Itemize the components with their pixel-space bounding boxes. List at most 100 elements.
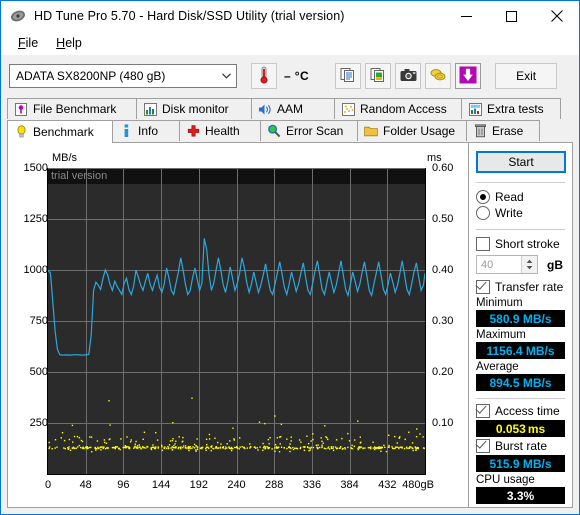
transfer-rate-checkbox-icon: [476, 280, 490, 294]
download-button[interactable]: [455, 63, 481, 89]
download-arrow-icon: [459, 66, 477, 87]
tab-error-scan[interactable]: Error Scan: [260, 120, 358, 141]
copy-text-button[interactable]: [335, 63, 361, 89]
magnifier-icon: [267, 124, 281, 138]
radio-write[interactable]: Write: [476, 206, 565, 220]
tab-random-access[interactable]: Random Access: [334, 98, 462, 119]
tab-folder-usage[interactable]: Folder Usage: [357, 120, 467, 141]
y-axis-tick-label: 1250: [8, 213, 48, 225]
close-icon[interactable]: [534, 1, 579, 31]
tab-label: AAM: [277, 102, 303, 116]
radio-write-label: Write: [495, 206, 523, 220]
checkbox-burst-rate[interactable]: Burst rate: [476, 439, 565, 453]
tab-label: Health: [205, 124, 240, 138]
tab-health[interactable]: Health: [179, 120, 261, 141]
tab-extra-tests[interactable]: Extra tests: [461, 98, 561, 119]
y-axis-tick-label: 1000: [8, 264, 48, 276]
extra-tests-icon: [468, 102, 482, 116]
y2-axis-line: [425, 168, 426, 475]
x-axis-tick-label: 432: [378, 479, 396, 491]
short-stroke-stepper[interactable]: 40 gB: [476, 255, 565, 274]
tab-label: Benchmark: [33, 125, 94, 139]
x-axis-tick-label: 336: [303, 479, 321, 491]
maximize-icon[interactable]: [489, 1, 534, 31]
y-axis-unit: MB/s: [52, 152, 77, 164]
transfer-rate-line: [48, 238, 425, 355]
x-axis-line: [47, 474, 426, 475]
tab-aam[interactable]: AAM: [251, 98, 335, 119]
menu-file[interactable]: File: [9, 34, 47, 52]
info-icon: [119, 124, 133, 138]
drive-select[interactable]: ADATA SX8200NP (480 gB): [9, 64, 237, 88]
x-axis-tick-label: 240: [227, 479, 245, 491]
burst-rate-value: 515.9 MB/s: [489, 457, 551, 471]
tab-erase[interactable]: Erase: [466, 120, 540, 141]
tab-row-lower: Benchmark Info Health Error Scan: [7, 120, 539, 143]
tab-benchmark[interactable]: Benchmark: [7, 120, 113, 143]
temperature-button[interactable]: [251, 63, 277, 89]
burst-rate-label: Burst rate: [495, 439, 547, 453]
x-axis-tick-label: 384: [340, 479, 358, 491]
coins-button[interactable]: [425, 63, 451, 89]
x-axis-tick-label: 288: [265, 479, 283, 491]
tab-label: Folder Usage: [383, 124, 455, 138]
screenshot-button[interactable]: [395, 63, 421, 89]
exit-button-label: Exit: [516, 69, 536, 83]
controls-panel: Start Read Write Short stroke 40: [468, 143, 572, 507]
y-axis-tick-label: 1500: [8, 162, 48, 174]
radio-read-icon: [476, 190, 490, 204]
short-stroke-value: 40: [481, 259, 493, 271]
divider: [476, 398, 565, 399]
x-axis-tick-label: 480gB: [402, 479, 434, 491]
hard-disk-icon: [10, 8, 26, 24]
tab-label: Erase: [492, 124, 523, 138]
start-button[interactable]: Start: [476, 151, 566, 173]
burst-rate-value-box: 515.9 MB/s: [476, 455, 565, 472]
x-axis-tick-label: 144: [152, 479, 170, 491]
spinner-arrows-icon[interactable]: [521, 256, 537, 273]
transfer-rate-label: Transfer rate: [495, 280, 563, 294]
window-controls: [444, 1, 579, 31]
benchmark-panel: MB/s ms trial version 150012501000750500…: [7, 142, 573, 508]
tab-disk-monitor[interactable]: Disk monitor: [136, 98, 252, 119]
thermometer-icon: [257, 66, 271, 87]
window-title: HD Tune Pro 5.70 - Hard Disk/SSD Utility…: [34, 9, 345, 23]
checkbox-transfer-rate[interactable]: Transfer rate: [476, 280, 565, 294]
short-stroke-input[interactable]: 40: [476, 255, 538, 274]
bar-chart-icon: [143, 102, 157, 116]
exit-button[interactable]: Exit: [495, 63, 557, 89]
y-axis-tick-label: 750: [8, 315, 48, 327]
average-value: 894.5 MB/s: [489, 376, 551, 390]
access-time-checkbox-icon: [476, 404, 490, 418]
menu-help[interactable]: Help: [47, 34, 91, 52]
scatter-icon: [341, 102, 355, 116]
menu-bar: File Help: [1, 31, 579, 55]
tab-label: Info: [138, 124, 158, 138]
minimize-icon[interactable]: [444, 1, 489, 31]
radio-read-label: Read: [495, 190, 524, 204]
divider: [476, 182, 565, 183]
hd-tune-window: HD Tune Pro 5.70 - Hard Disk/SSD Utility…: [0, 0, 580, 515]
tab-info[interactable]: Info: [112, 120, 180, 141]
short-stroke-checkbox-icon: [476, 237, 490, 251]
chevron-down-icon[interactable]: [216, 65, 236, 87]
tab-file-benchmark[interactable]: File Benchmark: [7, 98, 137, 119]
health-cross-icon: [186, 124, 200, 138]
drive-select-value: ADATA SX8200NP (480 gB): [16, 69, 165, 83]
radio-read[interactable]: Read: [476, 190, 565, 204]
y-axis-tick-label: 500: [8, 366, 48, 378]
checkbox-access-time[interactable]: Access time: [476, 404, 565, 418]
trial-watermark: trial version: [51, 170, 107, 182]
tab-bar: File Benchmark Disk monitor AAM Random A…: [1, 97, 579, 142]
tab-label: Disk monitor: [162, 102, 229, 116]
burst-rate-checkbox-icon: [476, 439, 490, 453]
cpu-usage-label: CPU usage: [476, 474, 565, 486]
maximum-label: Maximum: [476, 329, 565, 341]
copy-text-icon: [340, 67, 356, 86]
access-time-value-box: 0.053 ms: [476, 420, 565, 437]
camera-icon: [400, 68, 417, 85]
copy-image-icon: [370, 67, 386, 86]
title-bar: HD Tune Pro 5.70 - Hard Disk/SSD Utility…: [1, 1, 579, 31]
copy-image-button[interactable]: [365, 63, 391, 89]
checkbox-short-stroke[interactable]: Short stroke: [476, 237, 565, 251]
